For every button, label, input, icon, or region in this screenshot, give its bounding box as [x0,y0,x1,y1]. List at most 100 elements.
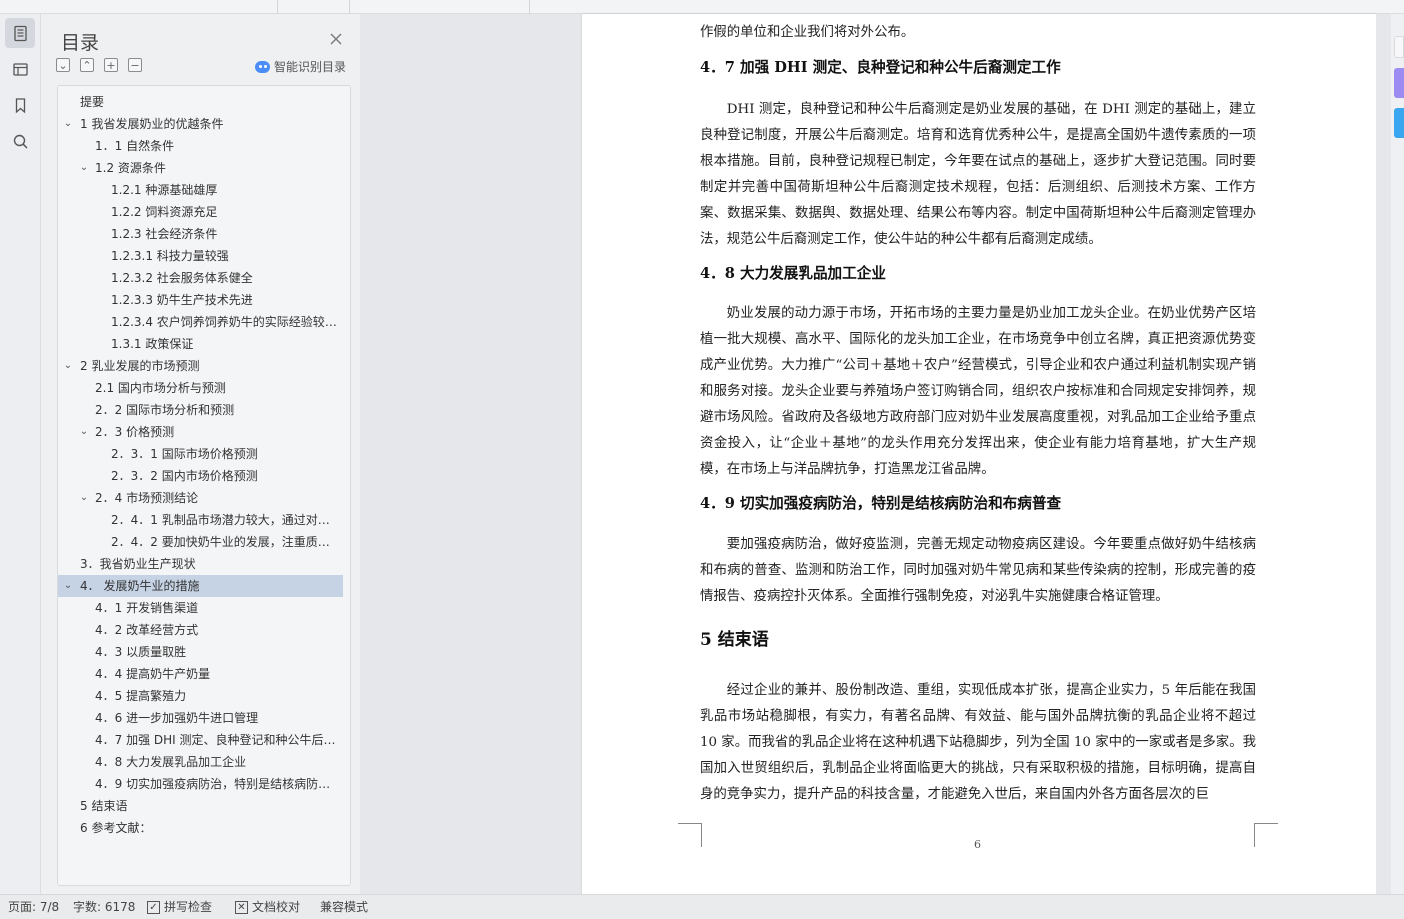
document-outline-icon [13,25,27,41]
toc-item-label: 1．1 自然条件 [95,139,175,153]
toc-item-label: 4．9 切实加强疫病防治，特别是结核病防治和布病普查 [95,777,340,791]
toc-item[interactable]: 4．6 进一步加强奶牛进口管理 [58,707,343,729]
toc-item[interactable]: 5 结束语 [58,795,343,817]
toc-item-label: 2 乳业发展的市场预测 [80,359,200,373]
top-strip-segment [0,0,278,14]
remove-heading-button[interactable]: − [128,58,142,72]
toc-item[interactable]: 1.3.1 政策保证 [58,333,343,355]
folder-tree-icon [12,62,28,76]
expand-all-button[interactable]: ⌃ [80,58,94,72]
toc-item[interactable]: 3．我省奶业生产现状 [58,553,343,575]
chevron-down-icon[interactable]: ⌄ [78,487,90,509]
toc-item[interactable]: 6 参考文献： [58,817,343,839]
heading-4-8: 4．8 大力发展乳品加工企业 [700,265,886,282]
toc-item[interactable]: 提要 [58,91,343,113]
proofread-toggle[interactable]: ✕ 文档校对 [235,895,300,919]
document-page[interactable]: 作假的单位和企业我们将对外公布。 4．7 加强 DHI 测定、良种登记和种公牛后… [582,14,1376,894]
toc-item-label: 4．8 大力发展乳品加工企业 [95,755,247,769]
side-tab[interactable] [1394,36,1404,58]
toc-item[interactable]: 1.2.3.2 社会服务体系健全 [58,267,343,289]
toc-item[interactable]: 4．4 提高奶牛产奶量 [58,663,343,685]
bookmark-icon [15,97,25,113]
toc-item[interactable]: 1.2.3.4 农户饲养饲养奶牛的实际经验较丰富 [58,311,343,333]
toc-item[interactable]: ⌄ 2．3 价格预测 [58,421,343,443]
toc-item[interactable]: 4．8 大力发展乳品加工企业 [58,751,343,773]
paragraph-4-9: 要加强疫病防治，做好疫监测，完善无规定动物疫病区建设。今年要重点做好奶牛结核病和… [700,537,1256,604]
toc-item[interactable]: 4．7 加强 DHI 测定、良种登记和种公牛后裔测定工作 [58,729,343,751]
page-indicator[interactable]: 页面: 7/8 [8,895,59,919]
paragraph-5: 经过企业的兼并、股份制改造、重组，实现低成本扩张，提高企业实力，5 年后能在我国… [700,683,1256,802]
toc-panel-button[interactable] [5,18,35,48]
side-tab-blue[interactable] [1394,108,1404,138]
toc-item[interactable]: 4．2 改革经营方式 [58,619,343,641]
left-icon-rail [0,14,41,894]
add-heading-button[interactable]: + [104,58,118,72]
chevron-up-icon: ⌃ [82,58,92,72]
collapse-all-button[interactable]: ⌄ [56,58,70,72]
toc-item-label: 1.2.1 种源基础雄厚 [111,183,218,197]
toc-item-label: 4．2 改革经营方式 [95,623,199,637]
toc-item-label: 3．我省奶业生产现状 [80,557,196,571]
paragraph-4-7: DHI 测定，良种登记和种公牛后裔测定是奶业发展的基础，在 DHI 测定的基础上… [700,102,1256,247]
navigation-pane-button[interactable] [5,54,35,84]
toc-item-label: 1.2.2 饲料资源充足 [111,205,218,219]
paragraph-continuation: 作假的单位和企业我们将对外公布。 [700,25,915,40]
toc-item[interactable]: 1.2.2 饲料资源充足 [58,201,343,223]
spell-check-toggle[interactable]: ✓ 拼写检查 [147,895,212,919]
side-tab-purple[interactable] [1394,68,1404,98]
toc-item-label: 2．2 国际市场分析和预测 [95,403,235,417]
toc-item[interactable]: 2．3．2 国内市场价格预测 [58,465,343,487]
chevron-down-icon[interactable]: ⌄ [62,113,74,135]
toc-panel: 目录 ⌄ ⌃ + − 智能识别目录 提要 ⌄ 1 我省发展奶业的优越条件 1．1 自然… [41,14,360,894]
chevron-down-icon[interactable]: ⌄ [78,157,90,179]
margin-corner-mark [678,823,702,847]
toc-item[interactable]: 1.2.1 种源基础雄厚 [58,179,343,201]
smart-toc-label: 智能识别目录 [274,60,347,74]
toc-item[interactable]: ⌄ 2 乳业发展的市场预测 [58,355,343,377]
toc-item[interactable]: ⌄ 2．4 市场预测结论 [58,487,343,509]
chevron-down-icon[interactable]: ⌄ [62,355,74,377]
toc-item-label: 4． 发展奶牛业的措施 [80,579,200,593]
close-icon[interactable] [329,32,343,46]
bookmark-button[interactable] [5,90,35,120]
toc-item[interactable]: 4．9 切实加强疫病防治，特别是结核病防治和布病普查 [58,773,343,795]
chevron-down-icon[interactable]: ⌄ [78,421,90,443]
word-count[interactable]: 字数: 6178 [73,895,135,919]
smart-toc-button[interactable]: 智能识别目录 [255,58,346,75]
toc-item[interactable]: 1.2.3 社会经济条件 [58,223,343,245]
workspace-background [360,14,582,894]
toc-item[interactable]: ⌄ 1 我省发展奶业的优越条件 [58,113,343,135]
toc-item-label: 2．4 市场预测结论 [95,491,199,505]
toc-item[interactable]: 4．3 以质量取胜 [58,641,343,663]
heading-5: 5 结束语 [700,630,769,650]
toc-item[interactable]: 2.1 国内市场分析与预测 [58,377,343,399]
page-number: 6 [974,838,981,851]
toc-item-label: 4．1 开发销售渠道 [95,601,199,615]
toc-item-label: 2．3．2 国内市场价格预测 [111,469,258,483]
toc-item[interactable]: 4．5 提高繁殖力 [58,685,343,707]
toc-item-label: 1.2.3.4 农户饲养饲养奶牛的实际经验较丰富 [111,315,340,329]
toc-item[interactable]: ⌄ 4． 发展奶牛业的措施 [58,575,343,597]
toc-item[interactable]: 1.2.3.1 科技力量较强 [58,245,343,267]
toc-item-label: 4．6 进一步加强奶牛进口管理 [95,711,259,725]
toc-item[interactable]: 1.2.3.3 奶牛生产技术先进 [58,289,343,311]
heading-4-7: 4．7 加强 DHI 测定、良种登记和种公牛后裔测定工作 [700,59,1061,76]
heading-4-9: 4．9 切实加强疫病防治，特别是结核病防治和布病普查 [700,495,1062,512]
status-bar: 页面: 7/8 字数: 6178 ✓ 拼写检查 ✕ 文档校对 兼容模式 [0,894,1404,919]
toc-item[interactable]: 2．4．1 乳制品市场潜力较大，通过对市场的分析 [58,509,343,531]
search-button[interactable] [5,126,35,156]
toc-item[interactable]: 2．2 国际市场分析和预测 [58,399,343,421]
toc-item[interactable]: 1．1 自然条件 [58,135,343,157]
toc-item[interactable]: ⌄ 1.2 资源条件 [58,157,343,179]
chevron-down-icon[interactable]: ⌄ [62,575,74,597]
toc-item-label: 1.3.1 政策保证 [111,337,194,351]
minus-icon: − [130,58,140,72]
toc-item-label: 2．4．1 乳制品市场潜力较大，通过对市场的分析 [111,513,340,527]
compat-mode[interactable]: 兼容模式 [320,895,368,919]
plus-icon: + [106,58,116,72]
top-strip-segment [350,0,530,14]
toc-item[interactable]: 2．3．1 国际市场价格预测 [58,443,343,465]
toc-item[interactable]: 4．1 开发销售渠道 [58,597,343,619]
margin-corner-mark [1254,823,1278,847]
toc-item[interactable]: 2．4．2 要加快奶牛业的发展，注重质量和效益 [58,531,343,553]
